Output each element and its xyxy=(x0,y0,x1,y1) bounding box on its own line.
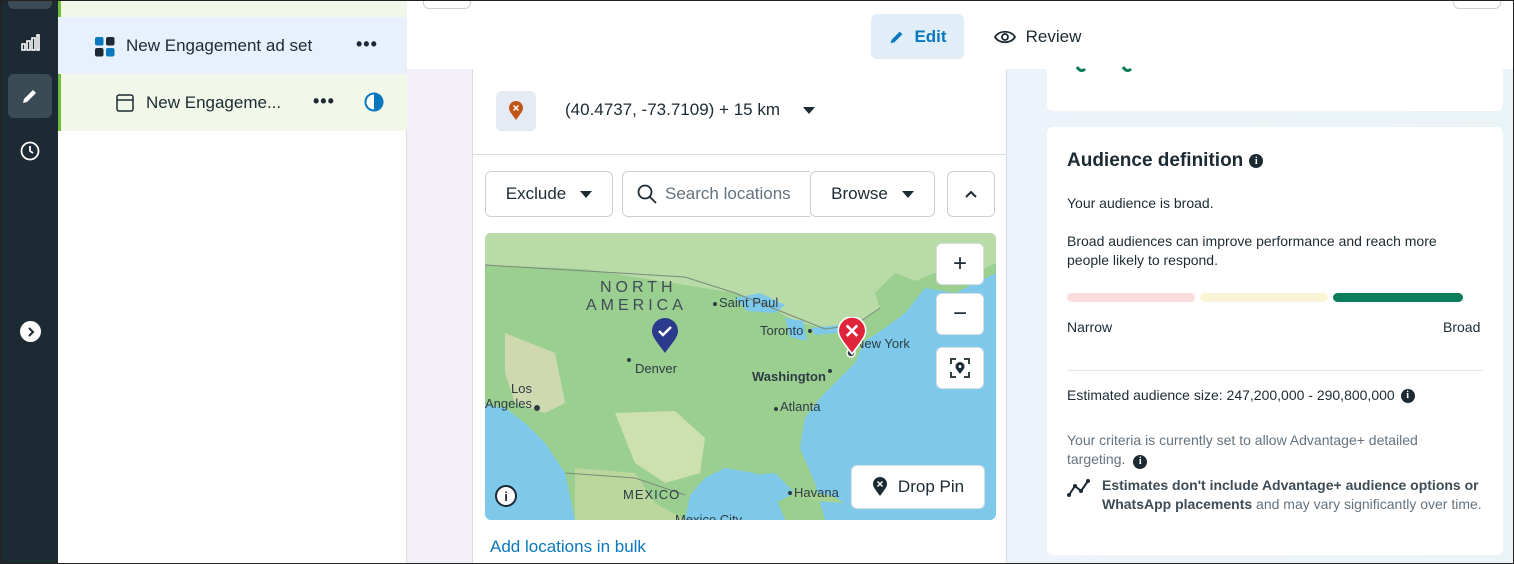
location-coordinates[interactable]: (40.4737, -73.7109) + 15 km xyxy=(565,100,780,120)
plus-icon: + xyxy=(952,250,967,277)
ad-label: New Engageme... xyxy=(146,93,282,112)
map-info-icon[interactable]: i xyxy=(495,485,517,507)
expand-rail-button[interactable] xyxy=(20,321,41,342)
adset-label: New Engagement ad set xyxy=(126,36,313,55)
eye-icon xyxy=(993,30,1016,43)
location-pin-excluded-icon xyxy=(509,101,523,120)
drop-pin-button[interactable]: Drop Pin xyxy=(851,465,985,509)
previous-card-bottom xyxy=(1047,66,1503,111)
tree-campaign-row[interactable] xyxy=(58,1,407,17)
audience-broad-line: Your audience is broad. xyxy=(1067,195,1214,211)
pencil-icon xyxy=(891,31,903,43)
meter-broad-segment xyxy=(1333,293,1463,302)
info-icon[interactable]: i xyxy=(1249,154,1264,168)
pin-x-icon xyxy=(872,477,887,496)
audience-title-text: Audience definition xyxy=(1067,150,1244,171)
estimates-rest-text: and may vary significantly over time. xyxy=(1252,496,1482,512)
top-bar: Edit Review xyxy=(407,1,1513,69)
collapse-button[interactable] xyxy=(947,171,995,217)
tab-review[interactable]: Review xyxy=(985,14,1090,59)
clock-icon xyxy=(20,141,40,161)
rail-top-button[interactable] xyxy=(8,1,52,9)
criteria-text: Your criteria is currently set to allow … xyxy=(1067,432,1418,467)
caret-down-icon xyxy=(901,190,914,198)
tab-edit[interactable]: Edit xyxy=(871,14,964,59)
top-right-button[interactable] xyxy=(1453,1,1501,9)
reporting-button[interactable] xyxy=(8,20,52,64)
exclude-dropdown[interactable]: Exclude xyxy=(485,171,613,217)
trend-line-icon xyxy=(1067,479,1090,497)
adset-more-button[interactable]: ••• xyxy=(356,34,378,55)
tab-edit-label: Edit xyxy=(914,26,947,46)
zoom-in-button[interactable]: + xyxy=(936,243,984,285)
criteria-note: Your criteria is currently set to allow … xyxy=(1067,431,1477,469)
meter-narrow-label: Narrow xyxy=(1067,319,1113,335)
location-search[interactable] xyxy=(622,171,810,217)
included-pin-icon xyxy=(652,318,678,353)
search-input[interactable] xyxy=(665,184,805,204)
tab-review-label: Review xyxy=(1025,26,1082,46)
app-window: New Engagement ad set ••• New Engageme..… xyxy=(0,0,1514,564)
minus-icon: − xyxy=(952,300,967,327)
recenter-button[interactable] xyxy=(936,347,984,389)
browse-label: Browse xyxy=(831,184,888,203)
audience-definition-card: Audience definition i Your audience is b… xyxy=(1047,127,1503,555)
chevron-up-icon xyxy=(965,190,977,198)
info-icon[interactable]: i xyxy=(1400,388,1415,403)
audience-size-text: Estimated audience size: 247,200,000 - 2… xyxy=(1067,387,1395,403)
locations-card: (40.4737, -73.7109) + 15 km Exclude Brow… xyxy=(472,69,1007,563)
tree-item-adset[interactable]: New Engagement ad set ••• xyxy=(58,17,407,74)
back-button[interactable] xyxy=(423,1,471,9)
info-icon[interactable]: i xyxy=(1133,454,1148,469)
selected-location-row: (40.4737, -73.7109) + 15 km xyxy=(473,69,1006,155)
chart-fragment-icon xyxy=(1075,66,1133,73)
exclude-label: Exclude xyxy=(505,184,567,203)
pencil-icon xyxy=(23,90,36,103)
meter-narrow-segment xyxy=(1067,293,1195,302)
left-rail xyxy=(1,1,58,563)
audience-broad-description: Broad audiences can improve performance … xyxy=(1067,233,1437,268)
meter-broad-label: Broad xyxy=(1443,319,1481,335)
caret-down-icon xyxy=(580,190,593,198)
chevron-right-icon xyxy=(27,326,34,337)
browse-dropdown[interactable]: Browse xyxy=(810,171,935,217)
excluded-pin-badge xyxy=(496,91,536,131)
drop-pin-label: Drop Pin xyxy=(897,477,965,496)
divider xyxy=(1067,370,1483,371)
campaign-tree: New Engagement ad set ••• New Engageme..… xyxy=(58,1,407,563)
edit-button[interactable] xyxy=(8,74,52,118)
half-circle-status-icon xyxy=(364,92,384,112)
search-icon xyxy=(637,184,657,204)
tree-item-ad[interactable]: New Engageme... ••• xyxy=(58,74,407,131)
zoom-out-button[interactable]: − xyxy=(936,293,984,335)
audience-size: Estimated audience size: 247,200,000 - 2… xyxy=(1067,386,1415,405)
ad-page-icon xyxy=(116,94,134,112)
excluded-pin-icon xyxy=(837,317,867,355)
meter-mid-segment xyxy=(1200,293,1328,302)
adset-grid-icon xyxy=(95,37,115,57)
ad-more-button[interactable]: ••• xyxy=(313,91,335,112)
estimates-note: Estimates don't include Advantage+ audie… xyxy=(1102,476,1482,514)
main-area: Edit Review (40.4737, -73.7109) + 15 km … xyxy=(407,1,1513,563)
location-dropdown-caret[interactable] xyxy=(803,107,815,114)
audience-title: Audience definition i xyxy=(1067,150,1264,172)
locate-icon xyxy=(950,358,970,378)
add-locations-bulk-link[interactable]: Add locations in bulk xyxy=(490,537,646,557)
location-map[interactable]: NORTH AMERICA Saint Paul Toronto New Yor… xyxy=(485,233,996,520)
history-button[interactable] xyxy=(8,129,52,173)
bar-chart-icon xyxy=(21,34,40,51)
